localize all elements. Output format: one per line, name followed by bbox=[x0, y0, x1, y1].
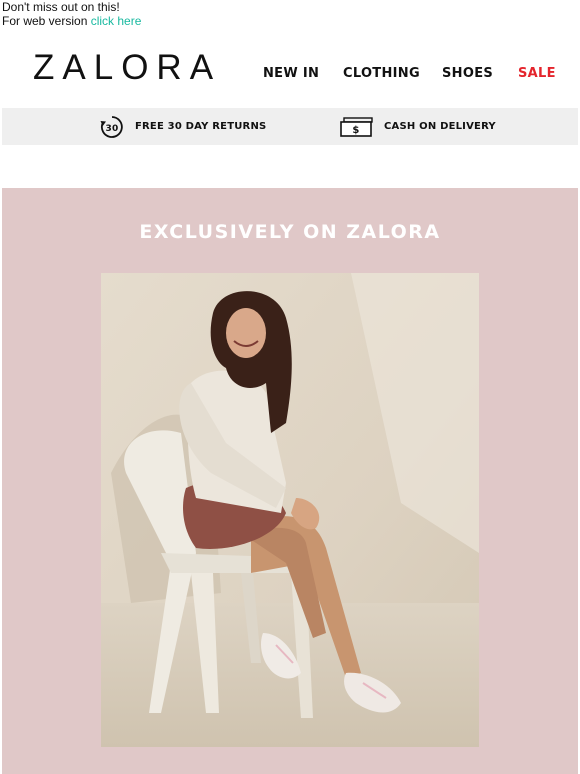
hero-title: EXCLUSIVELY ON ZALORA bbox=[139, 221, 441, 243]
web-version-line: For web version click here bbox=[2, 14, 141, 28]
email-header: ZALORA NEW IN CLOTHING SHOES SALE bbox=[0, 40, 580, 100]
cod-icon-symbol: $ bbox=[352, 125, 359, 136]
cod-label: CASH ON DELIVERY bbox=[384, 121, 496, 132]
return-arrow-icon: 30 bbox=[100, 115, 123, 138]
preheader: Don't miss out on this! For web version … bbox=[2, 0, 141, 28]
returns-benefit[interactable]: 30 FREE 30 DAY RETURNS bbox=[99, 108, 266, 145]
nav-sale[interactable]: SALE bbox=[518, 66, 556, 81]
returns-icon-number: 30 bbox=[106, 124, 119, 134]
cash-icon: $ bbox=[340, 116, 373, 137]
nav-new-in[interactable]: NEW IN bbox=[263, 66, 319, 81]
preheader-tagline: Don't miss out on this! bbox=[2, 0, 120, 14]
benefits-bar: 30 FREE 30 DAY RETURNS $ CASH ON DELIVER… bbox=[2, 108, 578, 145]
zalora-logo[interactable]: ZALORA bbox=[33, 48, 221, 88]
nav-clothing[interactable]: CLOTHING bbox=[343, 66, 420, 81]
hero-photo[interactable] bbox=[101, 273, 479, 747]
web-version-prefix: For web version bbox=[2, 14, 91, 28]
hero-banner[interactable]: EXCLUSIVELY ON ZALORA bbox=[2, 188, 578, 774]
returns-label: FREE 30 DAY RETURNS bbox=[135, 121, 267, 132]
nav-shoes[interactable]: SHOES bbox=[442, 66, 493, 81]
cod-benefit[interactable]: $ CASH ON DELIVERY bbox=[340, 108, 496, 145]
web-version-link[interactable]: click here bbox=[91, 14, 142, 28]
model-photo-illustration bbox=[101, 273, 479, 747]
